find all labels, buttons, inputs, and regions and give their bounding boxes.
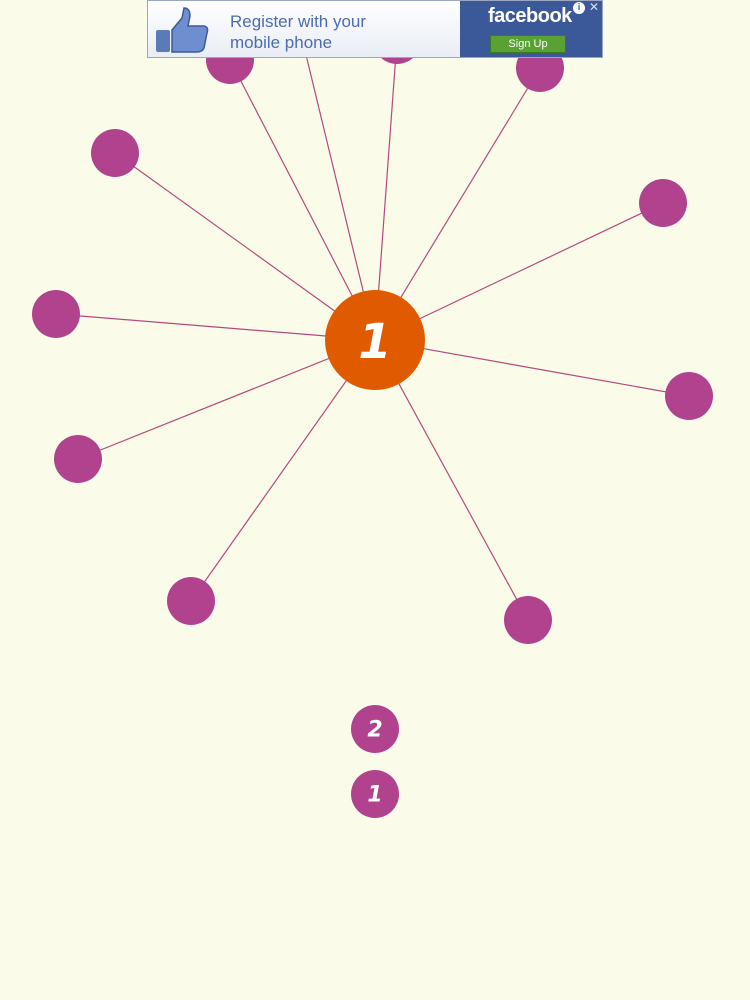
pin-head: [54, 435, 102, 483]
pin-head: [504, 596, 552, 644]
pin-head: [639, 179, 687, 227]
queued-pin: 1: [351, 770, 399, 818]
close-icon[interactable]: ✕: [588, 1, 600, 14]
ad-message: Register with your mobile phone: [230, 12, 367, 52]
pin-head: [32, 290, 80, 338]
queued-pin: 2: [351, 705, 399, 753]
ad-banner[interactable]: Register with your mobile phone facebook…: [147, 0, 603, 58]
queued-pin-number: 2: [367, 718, 382, 743]
level-hub[interactable]: 1: [325, 290, 425, 390]
thumbs-up-icon: [154, 6, 210, 54]
pin-head: [167, 577, 215, 625]
facebook-logo: facebook: [488, 5, 572, 27]
sign-up-button[interactable]: Sign Up: [490, 35, 566, 53]
info-icon[interactable]: i: [573, 2, 585, 14]
pin-head: [665, 372, 713, 420]
pin-queue: 21: [351, 705, 399, 818]
game-board[interactable]: 1 21: [0, 0, 750, 1000]
pin-head: [91, 129, 139, 177]
level-number: 1: [358, 314, 391, 370]
queued-pin-number: 1: [367, 783, 382, 808]
